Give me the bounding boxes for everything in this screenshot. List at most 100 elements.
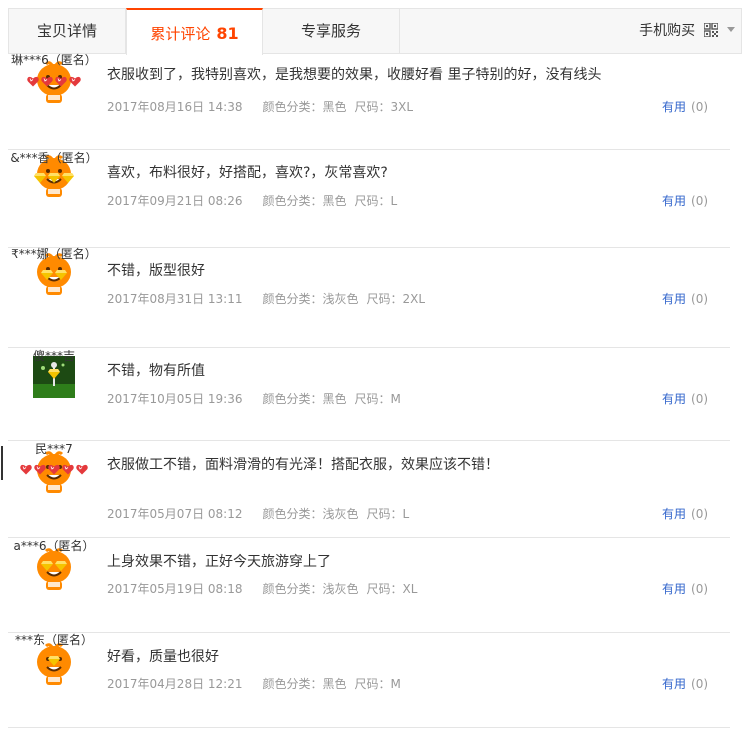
tab-exclusive-service-label: 专享服务: [300, 22, 361, 40]
mobile-buy-button[interactable]: 手机购买: [639, 9, 735, 54]
sku-color-label: 颜色分类：: [262, 392, 323, 406]
review-meta: 2017年09月21日 08:26 颜色分类：黑色 尺码：L: [107, 192, 397, 209]
heart-level-icon: [27, 76, 39, 87]
tab-product-detail-label: 宝贝详情: [36, 22, 97, 40]
diamond-level-icon: [41, 270, 53, 280]
qr-code-icon: [703, 22, 718, 37]
sku-color-value: 浅灰色: [322, 292, 359, 306]
diamond-level-icon: [55, 561, 67, 571]
buyer-level: [8, 173, 100, 183]
diamond-level-icon: [48, 173, 60, 183]
review-item: 琳***6（匿名） 衣服收到了，我特别喜欢，是我想要的效果，收腰好看 里子特别的好…: [8, 53, 730, 150]
useful-button[interactable]: 有用 (0): [662, 580, 708, 597]
review-item: 傻***吉不错，物有所值 2017年10月05日 19:36 颜色分类：黑色 尺码：M…: [8, 347, 730, 441]
review-item: a***6（匿名） 上身效果不错，正好今天旅游穿上了 2017年05月19日 08:…: [8, 537, 730, 633]
review-count: 81: [216, 24, 239, 43]
reviewer-name: ***东（匿名）: [14, 633, 93, 647]
sku-size-value: 3XL: [390, 100, 414, 114]
sku-size-label: 尺码：: [354, 100, 391, 114]
sku-color-label: 颜色分类：: [262, 292, 323, 306]
buyer-level: [8, 270, 100, 280]
useful-label: 有用: [662, 100, 687, 114]
tab-bar: 宝贝详情 累计评论 81 专享服务 手机购买: [8, 8, 742, 55]
useful-button[interactable]: 有用 (0): [662, 675, 708, 692]
sku-color-label: 颜色分类：: [262, 677, 323, 691]
useful-label: 有用: [662, 582, 687, 596]
reviewer-name: 琳***6（匿名）: [11, 53, 97, 67]
useful-button[interactable]: 有用 (0): [662, 505, 708, 522]
sku-color-label: 颜色分类：: [262, 194, 323, 208]
review-meta: 2017年04月28日 12:21 颜色分类：黑色 尺码：M: [107, 675, 401, 692]
sku-size-value: M: [390, 677, 401, 691]
heart-level-icon: [69, 76, 81, 87]
useful-count: (0): [691, 100, 709, 114]
buyer-level: [8, 561, 100, 571]
review-date: 2017年10月05日 19:36: [107, 392, 243, 406]
sku-size-label: 尺码：: [366, 582, 403, 596]
heart-level-icon: [34, 464, 46, 475]
sku-color-value: 黑色: [322, 392, 347, 406]
useful-button[interactable]: 有用 (0): [662, 98, 708, 115]
review-date: 2017年05月07日 08:12: [107, 507, 243, 521]
sku-size-label: 尺码：: [366, 292, 403, 306]
reviewer-name: 傻***吉: [32, 349, 75, 363]
useful-label: 有用: [662, 194, 687, 208]
sku-size-label: 尺码：: [354, 392, 391, 406]
useful-count: (0): [691, 507, 709, 521]
sku-color-value: 黑色: [322, 194, 347, 208]
review-item: &***香（匿名） 喜欢，布料很好，好搭配，喜欢?，灰常喜欢? 2017年09月21…: [8, 149, 730, 248]
review-text: 衣服做工不错，面料滑滑的有光泽！搭配衣服，效果应该不错！: [107, 457, 499, 473]
reviewer-name: ₹***娜（匿名）: [11, 247, 97, 261]
tab-product-detail[interactable]: 宝贝详情: [9, 9, 126, 54]
sku-size-value: 2XL: [402, 292, 426, 306]
divider: [1, 446, 3, 480]
useful-count: (0): [691, 677, 709, 691]
review-meta: 2017年10月05日 19:36 颜色分类：黑色 尺码：M: [107, 390, 401, 407]
useful-count: (0): [691, 194, 709, 208]
tab-exclusive-service[interactable]: 专享服务: [263, 9, 400, 54]
useful-label: 有用: [662, 677, 687, 691]
sku-size-value: XL: [402, 582, 418, 596]
review-item: ***东（匿名） 好看，质量也很好 2017年04月28日 12:21 颜色分类：黑色…: [8, 632, 730, 728]
review-date: 2017年09月21日 08:26: [107, 194, 243, 208]
sku-color-label: 颜色分类：: [262, 582, 323, 596]
review-meta: 2017年05月07日 08:12 颜色分类：浅灰色 尺码：L: [107, 505, 409, 522]
useful-count: (0): [691, 392, 709, 406]
sku-size-value: L: [390, 194, 398, 208]
sku-color-label: 颜色分类：: [262, 100, 323, 114]
useful-label: 有用: [662, 292, 687, 306]
sku-color-label: 颜色分类：: [262, 507, 323, 521]
review-date: 2017年08月16日 14:38: [107, 100, 243, 114]
review-item: 民***7 衣服做工不错，面料滑滑的有光泽！搭配衣服，效果应该不错！ 2017年05…: [1, 440, 730, 538]
tab-reviews[interactable]: 累计评论 81: [126, 8, 263, 55]
useful-count: (0): [691, 582, 709, 596]
reviewer-name: 民***7: [35, 442, 73, 456]
heart-level-icon: [20, 464, 32, 475]
useful-label: 有用: [662, 507, 687, 521]
diamond-level-icon: [41, 561, 53, 571]
sku-size-value: M: [390, 392, 401, 406]
heart-level-icon: [62, 464, 74, 475]
buyer-level: [8, 656, 100, 666]
diamond-level-icon: [48, 656, 60, 666]
reviewer-name: &***香（匿名）: [10, 151, 98, 165]
review-text: 上身效果不错，正好今天旅游穿上了: [107, 554, 331, 570]
sku-color-value: 浅灰色: [322, 582, 359, 596]
sku-size-value: L: [402, 507, 410, 521]
sku-size-label: 尺码：: [354, 677, 391, 691]
heart-level-icon: [55, 76, 67, 87]
sku-color-value: 黑色: [322, 677, 347, 691]
heart-level-icon: [41, 76, 53, 87]
review-text: 衣服收到了，我特别喜欢，是我想要的效果，收腰好看 里子特别的好，没有线头: [107, 67, 602, 83]
review-meta: 2017年05月19日 08:18 颜色分类：浅灰色 尺码：XL: [107, 580, 417, 597]
review-text: 不错，物有所值: [107, 363, 205, 379]
useful-button[interactable]: 有用 (0): [662, 390, 708, 407]
review-meta: 2017年08月31日 13:11 颜色分类：浅灰色 尺码：2XL: [107, 290, 425, 307]
useful-button[interactable]: 有用 (0): [662, 192, 708, 209]
sku-size-label: 尺码：: [354, 194, 391, 208]
useful-label: 有用: [662, 392, 687, 406]
useful-button[interactable]: 有用 (0): [662, 290, 708, 307]
reviewer-name: a***6（匿名）: [13, 539, 95, 553]
buyer-level: [8, 369, 100, 379]
review-date: 2017年08月31日 13:11: [107, 292, 243, 306]
